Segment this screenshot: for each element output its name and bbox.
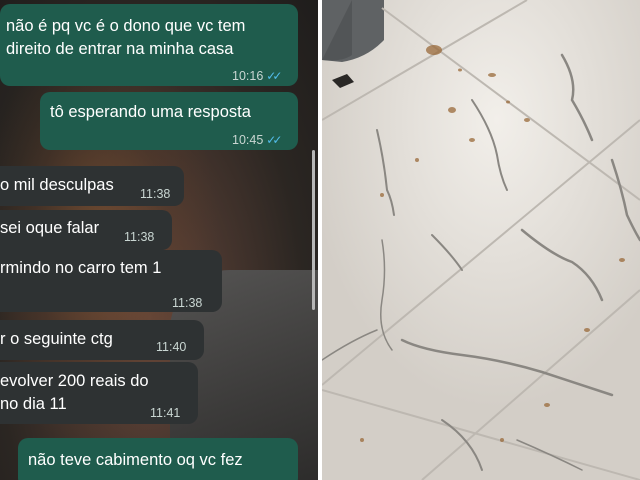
message-bubble-outgoing[interactable]: tô esperando uma resposta 10:45 ✓✓ [40,92,298,150]
message-time: 11:38 [124,230,155,244]
message-bubble-incoming[interactable]: r o seguinte ctg 11:40 [0,320,204,360]
message-time: 10:45 [232,133,264,147]
message-text: o mil desculpas [0,176,114,194]
message-text: no dia 11 [0,395,67,413]
message-text: direito de entrar na minha casa [6,40,234,58]
message-text: não é pq vc é o dono que vc tem [6,17,246,35]
message-text: r o seguinte ctg [0,330,113,348]
message-text: tô esperando uma resposta [50,103,251,121]
floor-photo [322,0,640,480]
message-text: sei oque falar [0,219,100,237]
marble-floor-illustration [322,0,640,480]
message-time: 11:38 [140,187,171,201]
message-time: 11:41 [150,406,181,420]
message-bubble-outgoing[interactable]: não é pq vc é o dono que vc tem direito … [0,4,298,86]
message-text: não teve cabimento oq vc fez [28,451,243,469]
double-check-icon: ✓✓ [266,69,282,83]
message-bubble-outgoing[interactable]: não teve cabimento oq vc fez [18,438,298,480]
message-time: 11:38 [172,296,203,310]
message-bubble-incoming[interactable]: sei oque falar 11:38 [0,210,172,250]
message-bubble-incoming[interactable]: rmindo no carro tem 1 11:38 [0,250,222,312]
message-text: evolver 200 reais do [0,372,149,390]
message-bubble-incoming[interactable]: evolver 200 reais do no dia 11 11:41 [0,362,198,424]
message-time: 10:16 [232,69,264,83]
message-bubble-incoming[interactable]: o mil desculpas 11:38 [0,166,184,206]
chat-panel: não é pq vc é o dono que vc tem direito … [0,0,318,480]
message-time: 11:40 [156,340,187,354]
message-text: rmindo no carro tem 1 [0,259,162,277]
double-check-icon: ✓✓ [266,133,282,147]
chat-scrollbar[interactable] [312,150,315,310]
